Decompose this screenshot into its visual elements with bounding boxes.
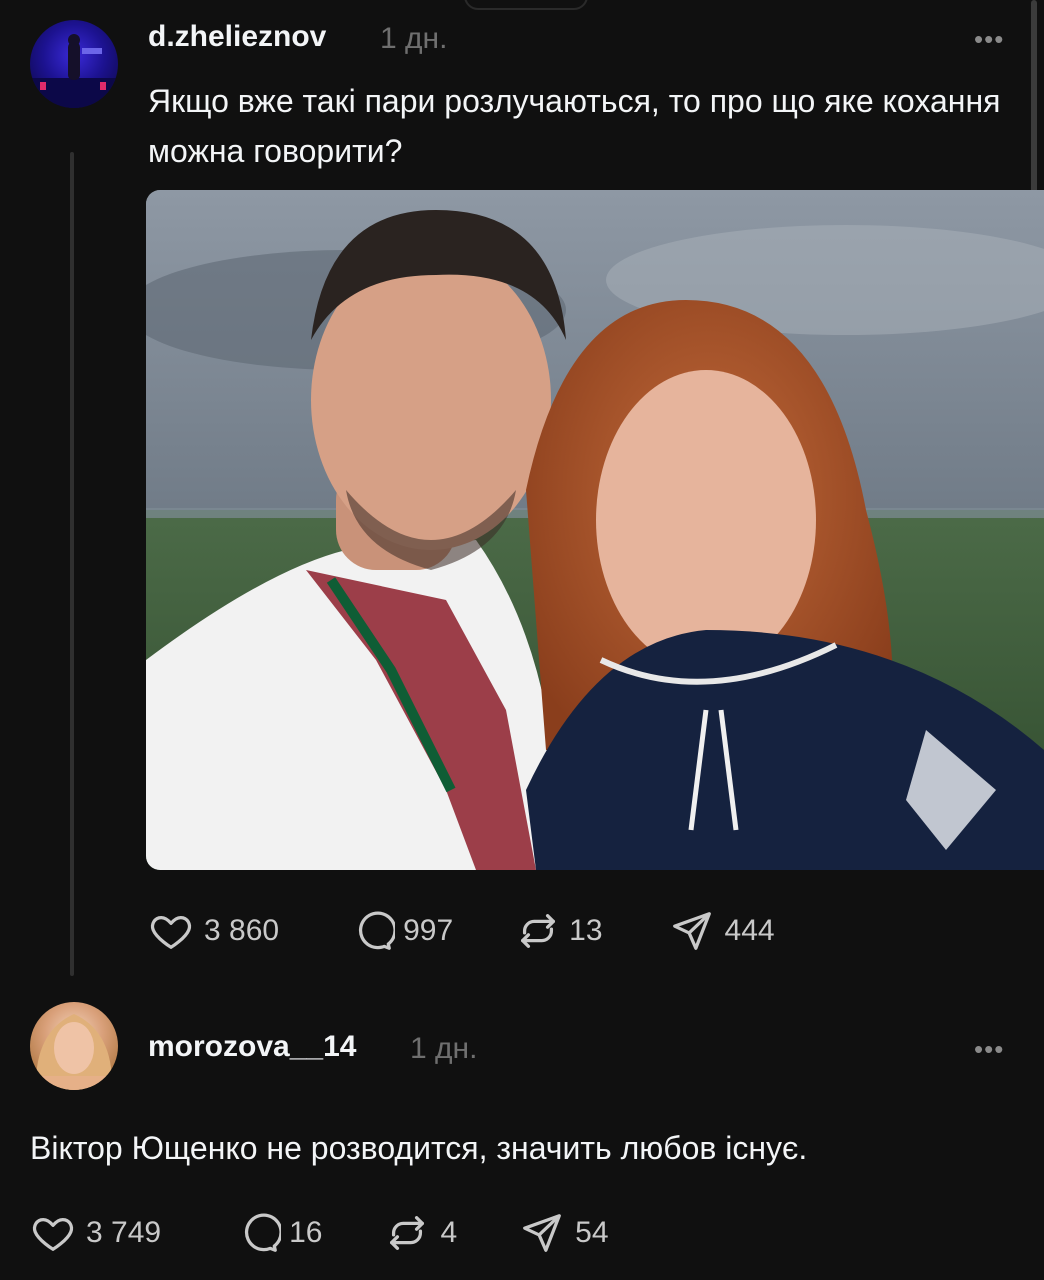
repost-count: 4 bbox=[440, 1216, 458, 1249]
repost-icon bbox=[384, 1210, 430, 1256]
avatar[interactable] bbox=[30, 20, 118, 108]
repost-button[interactable]: 13 bbox=[515, 908, 603, 954]
threads-feed: d.zhelieznov 1 дн. ••• Якщо вже такі пар… bbox=[0, 0, 1044, 1280]
post-timestamp: 1 дн. bbox=[380, 22, 448, 55]
more-icon[interactable]: ••• bbox=[974, 1034, 1004, 1065]
comment-icon bbox=[235, 1210, 282, 1256]
comment-count: 997 bbox=[403, 914, 454, 947]
reply-username[interactable]: morozova__14 bbox=[148, 1030, 356, 1064]
comment-icon bbox=[349, 908, 396, 954]
heart-icon bbox=[30, 1210, 76, 1256]
like-count: 3 860 bbox=[204, 914, 280, 947]
post-photo[interactable] bbox=[146, 190, 1044, 870]
heart-icon bbox=[148, 908, 194, 954]
thread-line bbox=[70, 152, 74, 976]
send-icon bbox=[519, 1210, 565, 1256]
share-button[interactable]: 444 bbox=[669, 908, 775, 954]
like-count: 3 749 bbox=[86, 1216, 162, 1249]
share-count: 54 bbox=[575, 1216, 609, 1249]
post-actions: 3 860 997 13 444 bbox=[148, 908, 775, 954]
comment-count: 16 bbox=[289, 1216, 323, 1249]
reply-timestamp: 1 дн. bbox=[410, 1032, 478, 1065]
top-handle bbox=[464, 0, 588, 10]
post-text: Якщо вже такі пари розлучаються, то про … bbox=[148, 83, 1001, 169]
repost-button[interactable]: 4 bbox=[384, 1210, 457, 1256]
repost-icon bbox=[515, 908, 561, 954]
more-icon[interactable]: ••• bbox=[974, 24, 1004, 55]
like-button[interactable]: 3 860 bbox=[148, 908, 279, 954]
share-button[interactable]: 54 bbox=[519, 1210, 609, 1256]
share-count: 444 bbox=[724, 914, 775, 947]
post-username[interactable]: d.zhelieznov bbox=[148, 20, 326, 54]
avatar[interactable] bbox=[30, 1002, 118, 1090]
reply-text: Віктор Ющенко не розводится, значить люб… bbox=[30, 1130, 808, 1166]
repost-count: 13 bbox=[569, 914, 603, 947]
comment-button[interactable]: 997 bbox=[349, 908, 453, 954]
send-icon bbox=[669, 908, 715, 954]
like-button[interactable]: 3 749 bbox=[30, 1210, 161, 1256]
comment-button[interactable]: 16 bbox=[235, 1210, 322, 1256]
reply-actions: 3 749 16 4 54 bbox=[30, 1210, 609, 1256]
